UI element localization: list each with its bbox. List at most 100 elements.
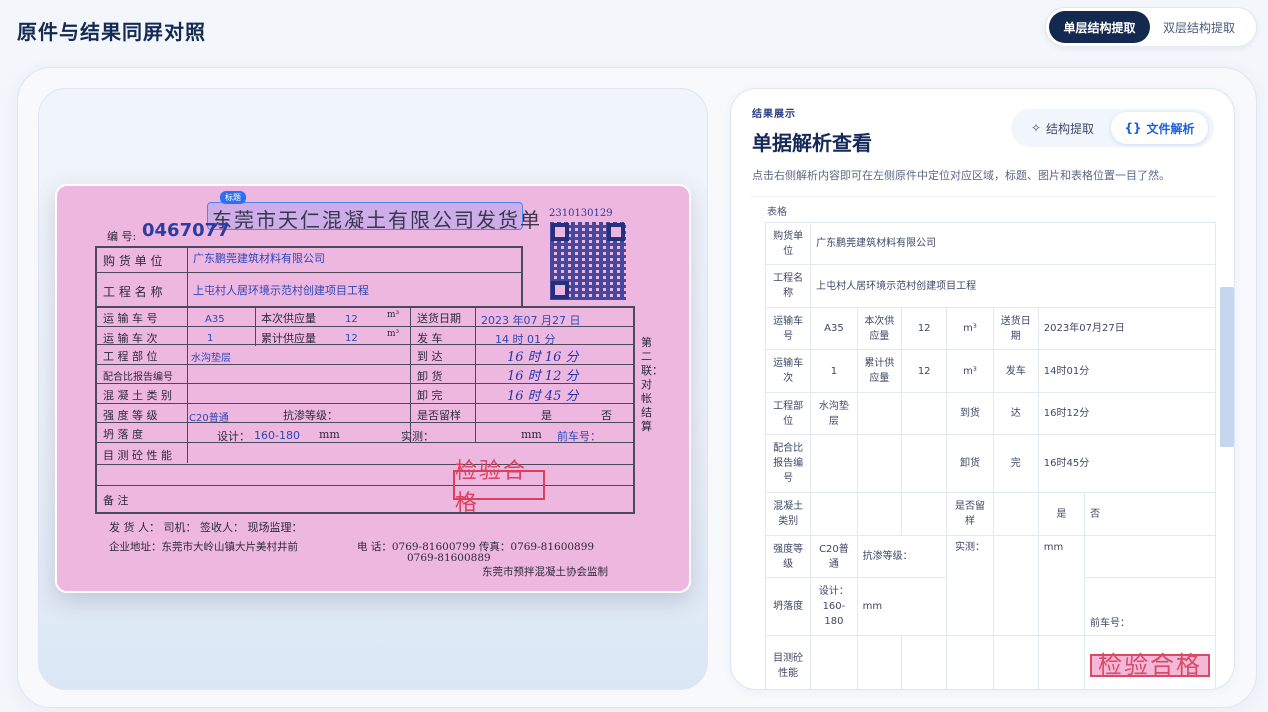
table-cell[interactable]: 工程部位 (764, 392, 812, 435)
table-cell[interactable]: 到货 (946, 392, 994, 435)
page-title: 原件与结果同屏对照 (17, 20, 206, 44)
serial-number: 2310130129 (549, 208, 613, 219)
inspection-stamp: 检验合格 (453, 459, 545, 516)
table-cell[interactable]: 达 (992, 392, 1039, 435)
structure-extract-tab[interactable]: ✧ 结构提取 (1014, 112, 1111, 144)
table-cell[interactable]: 否 (1083, 492, 1216, 536)
table-cell[interactable] (900, 392, 948, 435)
label-arrive: 到 达 (417, 350, 443, 363)
footer-supervise: 东莞市预拌混凝土协会监制 (482, 566, 608, 578)
value-project: 上屯村人居环境示范村创建项目工程 (193, 284, 369, 297)
table-cell[interactable]: 是 (1037, 492, 1085, 536)
table-cell[interactable] (900, 635, 948, 689)
table-cell[interactable]: 12 (900, 307, 948, 350)
result-table[interactable]: 购货单位 广东鹏莞建筑材料有限公司 工程名称 上屯村人居环境示范村创建项目工程 … (764, 222, 1216, 689)
label-retain: 是否留样 (417, 409, 461, 422)
table-cell[interactable]: C20普通 (810, 535, 858, 578)
unit-qty: m³ (387, 310, 400, 320)
label-depart: 发 车 (417, 332, 443, 345)
qr-corner (607, 223, 625, 241)
table-cell[interactable] (810, 434, 858, 493)
result-eyebrow: 结果展示 (752, 109, 796, 120)
table-cell[interactable]: 前车号： (1083, 577, 1216, 636)
view-switch: ✧ 结构提取 {} 文件解析 (1011, 109, 1214, 147)
label-slump: 坍 落 度 (103, 428, 143, 441)
table-cell[interactable] (992, 492, 1039, 536)
file-parse-tab[interactable]: {} 文件解析 (1111, 112, 1208, 144)
table-cell[interactable] (810, 635, 858, 689)
unit-cum: m³ (387, 329, 400, 339)
table-cell[interactable]: 1 (810, 349, 858, 393)
mode-single-layer-button[interactable]: 单层结构提取 (1049, 11, 1150, 43)
table-cell[interactable] (856, 635, 902, 689)
table-cell[interactable] (856, 434, 902, 493)
table-cell[interactable]: 是否留样 (946, 492, 994, 536)
table-cell[interactable]: 检验合格 (1083, 635, 1216, 689)
table-cell[interactable] (900, 434, 948, 493)
table-cell[interactable] (992, 535, 1039, 636)
label-mm: mm (319, 428, 340, 441)
table-cell[interactable] (992, 635, 1039, 689)
table-cell[interactable]: 设计：160-180 (810, 577, 858, 636)
table-cell[interactable]: 累计供应量 (856, 349, 902, 393)
table-cell[interactable] (810, 492, 858, 536)
table-cell[interactable]: 混凝土类别 (764, 492, 812, 536)
value-no: 否 (601, 409, 612, 422)
label-trips: 运 输 车 次 (103, 332, 158, 345)
mode-double-layer-button[interactable]: 双层结构提取 (1150, 11, 1248, 43)
value-yes: 是 (541, 409, 552, 422)
table-cell[interactable]: m³ (946, 307, 994, 350)
table-cell[interactable] (900, 492, 948, 536)
document-title: 东莞市天仁混凝土有限公司发货单 (212, 208, 542, 232)
table-cell[interactable]: 配合比报告编号 (764, 434, 812, 493)
mode-switch: 单层结构提取 双层结构提取 (1045, 7, 1257, 47)
table-cell[interactable]: 运输车号 (764, 307, 812, 350)
table-cell[interactable]: 工程名称 (764, 264, 812, 308)
table-cell[interactable] (1083, 535, 1216, 578)
number-label: 编 号: (107, 230, 137, 243)
table-cell[interactable] (946, 635, 994, 689)
scrollbar-thumb[interactable] (1220, 287, 1234, 447)
table-cell[interactable]: 广东鹏莞建筑材料有限公司 (810, 222, 1216, 265)
table-cell[interactable]: 16时45分 (1037, 434, 1216, 493)
table-cell[interactable]: 强度等级 (764, 535, 812, 578)
table-cell[interactable]: 购货单位 (764, 222, 812, 265)
original-document-image[interactable]: 标题 东莞市天仁混凝土有限公司发货单 2310130129 编 号: 04670… (55, 184, 691, 593)
table-cell[interactable]: 完 (992, 434, 1039, 493)
table-cell[interactable]: 2023年07月27日 (1037, 307, 1216, 350)
table-cell[interactable]: A35 (810, 307, 858, 350)
table-cell[interactable]: 16时12分 (1037, 392, 1216, 435)
table-cell[interactable] (1037, 635, 1085, 689)
table-cell[interactable]: 发车 (992, 349, 1039, 393)
section-label-table: 表格 (767, 207, 787, 218)
value-qty: 12 (345, 314, 358, 325)
label-cum: 累计供应量 (261, 332, 316, 345)
table-cell[interactable]: 坍落度 (764, 577, 812, 636)
table-cell[interactable]: m³ (946, 349, 994, 393)
table-cell[interactable]: 本次供应量 (856, 307, 902, 350)
result-scroll-area[interactable]: 表格 购货单位 广东鹏莞建筑材料有限公司 工程名称 上屯村人居环境示范村创建项目… (751, 196, 1216, 689)
label-truck: 运 输 车 号 (103, 312, 158, 325)
table-cell[interactable]: mm (856, 577, 948, 636)
table-cell[interactable]: mm (1037, 535, 1085, 636)
table-cell[interactable] (856, 392, 902, 435)
table-cell[interactable]: 14时01分 (1037, 349, 1216, 393)
value-slump: 160-180 (254, 429, 300, 442)
table-cell[interactable] (856, 492, 902, 536)
qr-corner (551, 223, 569, 241)
table-cell[interactable]: 上屯村人居环境示范村创建项目工程 (810, 264, 1216, 308)
table-cell[interactable]: 实测： (946, 535, 994, 636)
label-note: 备 注 (103, 494, 129, 507)
table-cell[interactable]: 水沟垫层 (810, 392, 858, 435)
table-cell[interactable]: 送货日期 (992, 307, 1039, 350)
table-cell[interactable]: 抗渗等级： (856, 535, 948, 578)
file-parse-label: 文件解析 (1146, 121, 1195, 136)
value-buyer: 广东鹏莞建筑材料有限公司 (193, 252, 325, 265)
table-cell[interactable]: 卸货 (946, 434, 994, 493)
label-unload: 卸 货 (417, 370, 443, 383)
qr-corner (551, 281, 569, 299)
table-cell[interactable]: 运输车次 (764, 349, 812, 393)
label-mm-2: mm (521, 428, 542, 441)
table-cell[interactable]: 12 (900, 349, 948, 393)
table-cell[interactable]: 目测砼性能 (764, 635, 812, 689)
